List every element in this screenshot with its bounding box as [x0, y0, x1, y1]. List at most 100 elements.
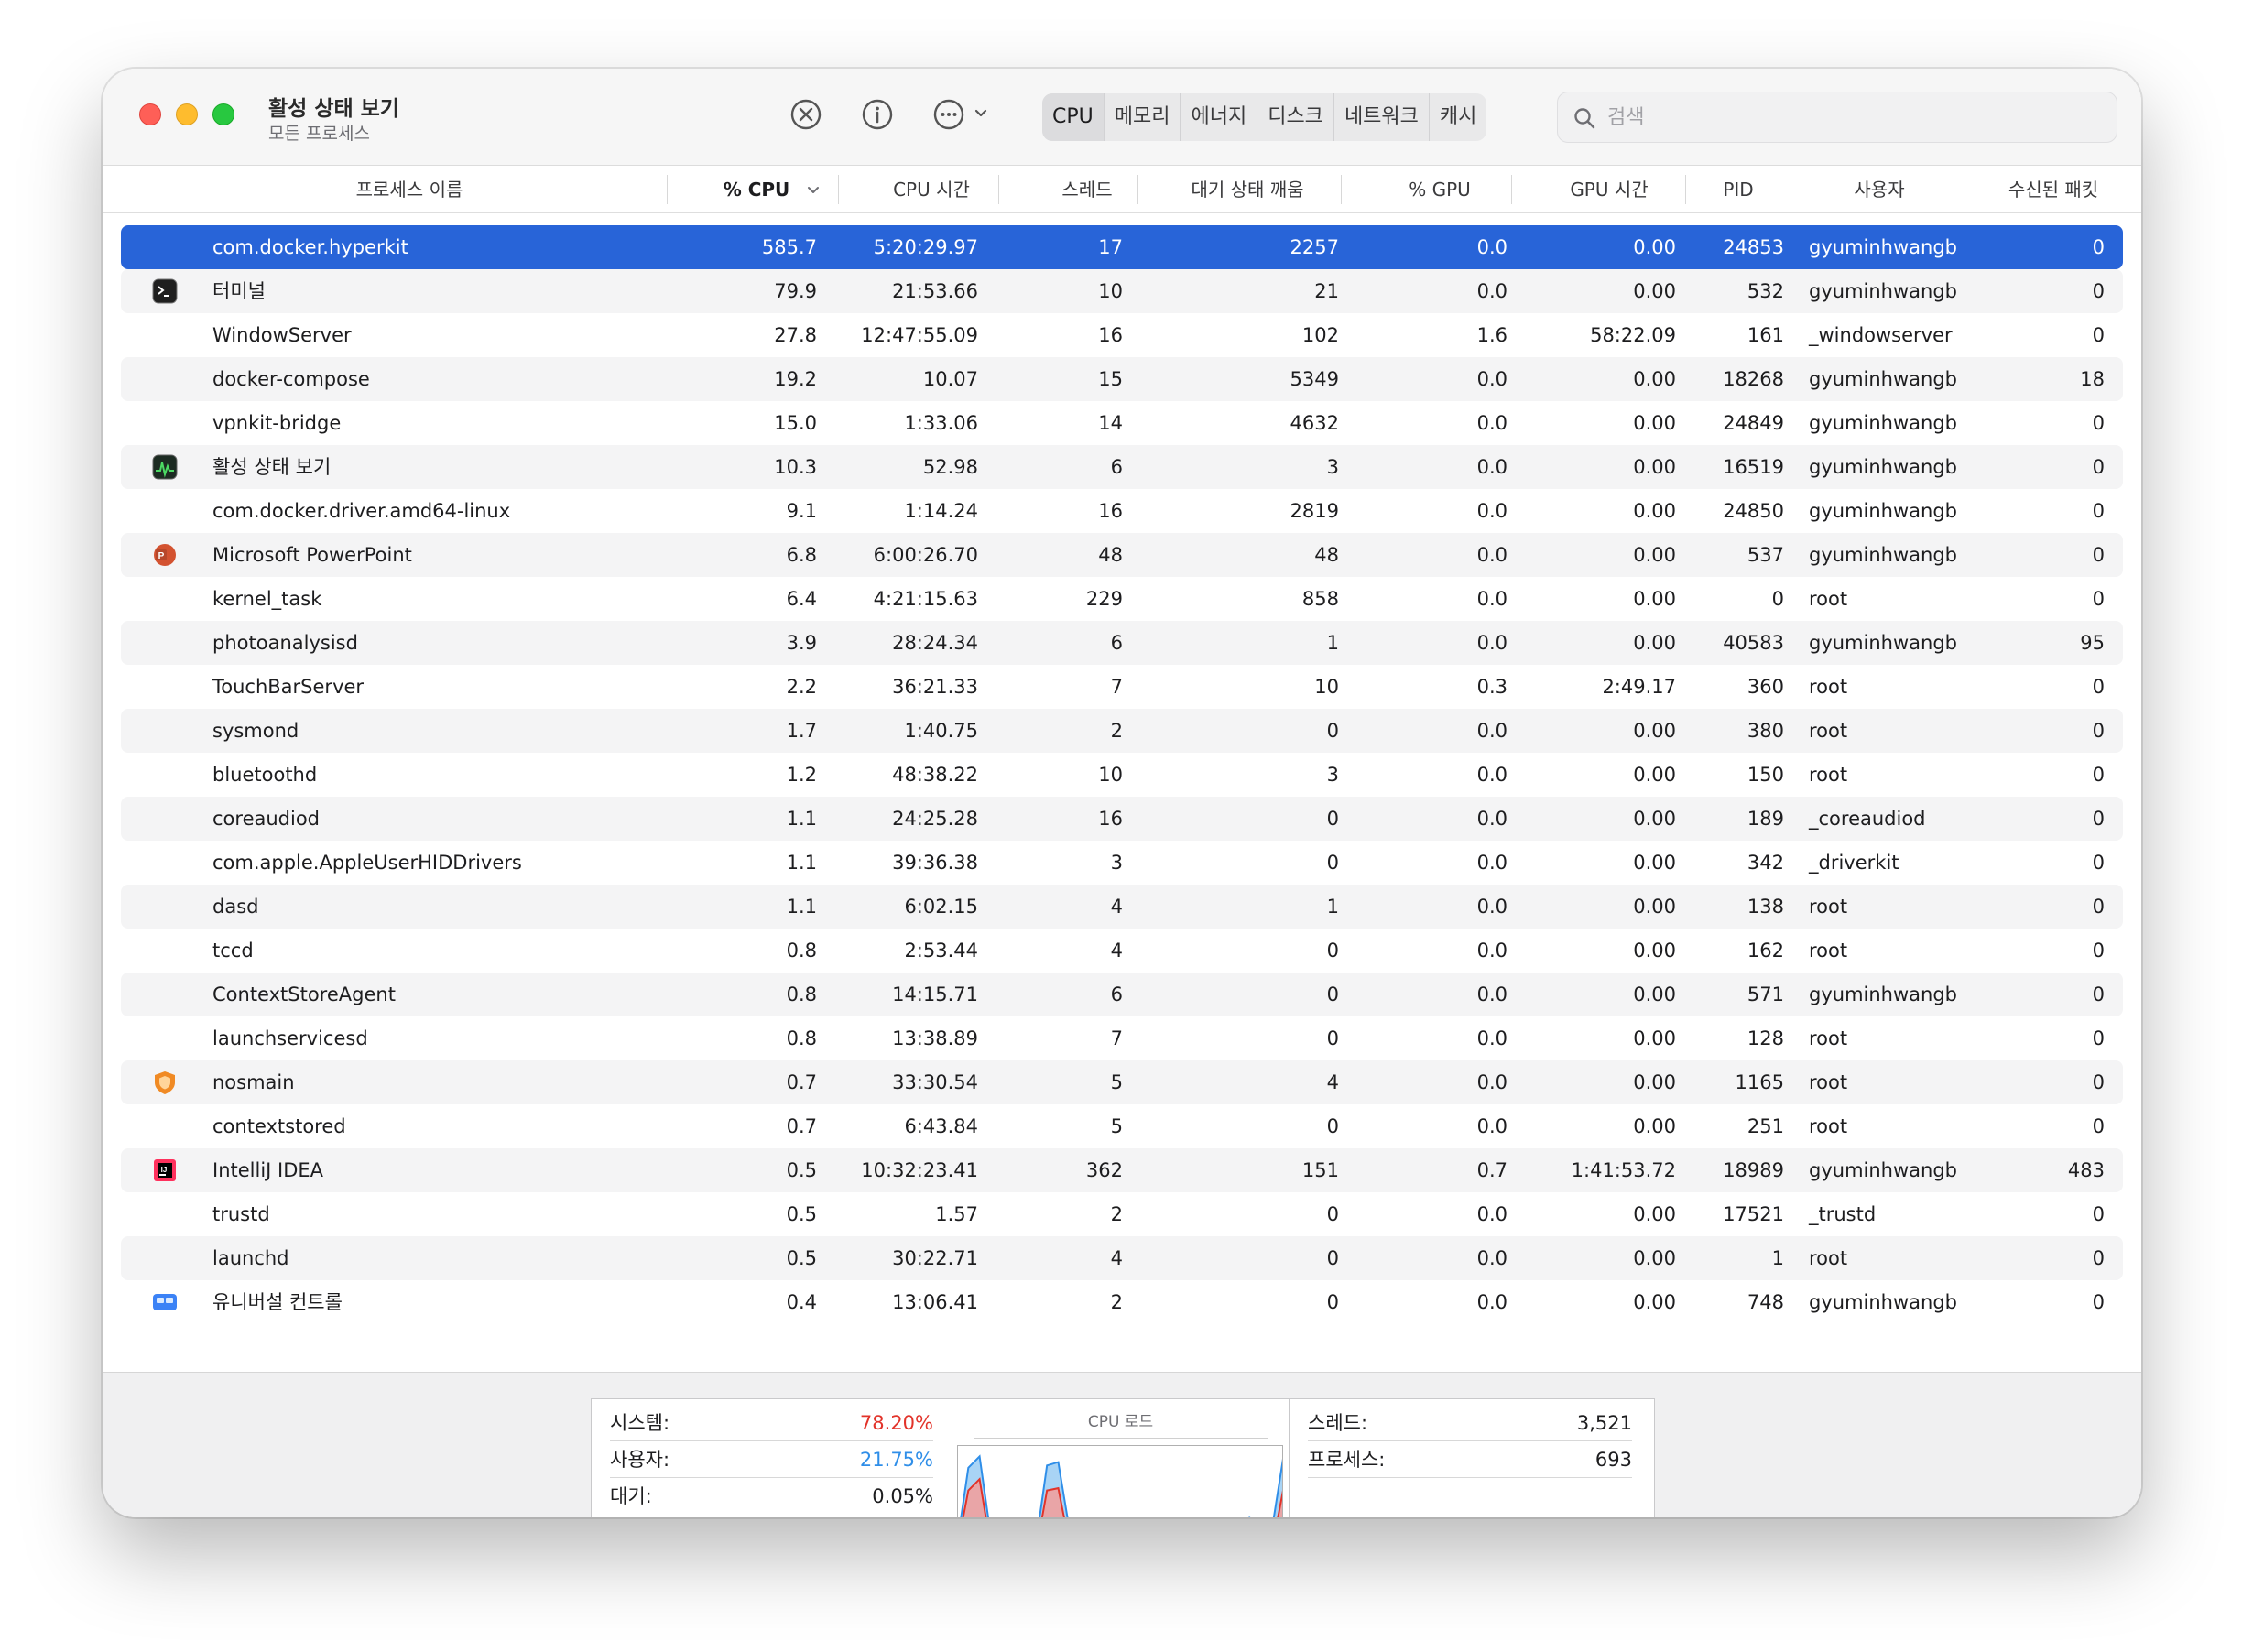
table-row[interactable]: kernel_task 6.4 4:21:15.63 229 858 0.0 0.00 0 ro…: [121, 577, 2123, 621]
table-row[interactable]: launchd 0.5 30:22.71 4 0 0.0 0.00 1 root 0: [121, 1236, 2123, 1280]
zoom-window-button[interactable]: [212, 103, 234, 125]
column-divider[interactable]: [667, 175, 668, 204]
cell-name: TouchBarServer: [212, 676, 365, 698]
column-divider[interactable]: [1685, 175, 1686, 204]
cell-name: com.docker.hyperkit: [212, 236, 408, 258]
table-row[interactable]: 유니버설 컨트롤 0.4 13:06.41 2 0 0.0 0.00 748 gyuminhwa…: [121, 1280, 2123, 1324]
cell-pid: 162: [1747, 940, 1784, 962]
tab-cache[interactable]: 캐시: [1430, 93, 1486, 141]
column-header-idle-wakeups[interactable]: 대기 상태 깨움: [1156, 166, 1339, 213]
column-header-pid[interactable]: PID: [1692, 166, 1784, 213]
cell-threads: 5: [1110, 1071, 1123, 1093]
cell-user: gyuminhwangb: [1809, 236, 1957, 258]
table-row[interactable]: launchservicesd 0.8 13:38.89 7 0 0.0 0.00 128 ro…: [121, 1016, 2123, 1060]
table-row[interactable]: WindowServer 27.8 12:47:55.09 16 102 1.6 58:22…: [121, 313, 2123, 357]
column-header-process-name[interactable]: 프로세스 이름: [281, 166, 538, 213]
svg-text:P: P: [158, 551, 165, 561]
table-row[interactable]: photoanalysisd 3.9 28:24.34 6 1 0.0 0.00 40583 g…: [121, 621, 2123, 665]
cell-cpu: 1.1: [786, 852, 817, 874]
column-header-user[interactable]: 사용자: [1806, 166, 1953, 213]
cell-gpu-time: 0.00: [1633, 720, 1676, 742]
column-divider[interactable]: [998, 175, 999, 204]
column-header-cpu-time[interactable]: CPU 시간: [863, 166, 1000, 213]
cell-threads: 7: [1110, 676, 1123, 698]
table-row[interactable]: trustd 0.5 1.57 2 0 0.0 0.00 17521 _trustd 0: [121, 1192, 2123, 1236]
cell-threads: 229: [1085, 588, 1123, 610]
close-window-button[interactable]: [139, 103, 161, 125]
column-header-received-packets[interactable]: 수신된 패킷: [1980, 166, 2127, 213]
cell-gpu-time: 0.00: [1633, 456, 1676, 478]
column-divider[interactable]: [838, 175, 839, 204]
column-divider[interactable]: [1511, 175, 1512, 204]
cell-user: gyuminhwangb: [1809, 412, 1957, 434]
cell-threads: 2: [1110, 1203, 1123, 1225]
cell-cpu-time: 5:20:29.97: [873, 236, 978, 258]
column-header-gpu-time[interactable]: GPU 시간: [1531, 166, 1687, 213]
table-row[interactable]: com.docker.driver.amd64-linux 9.1 1:14.24 1…: [121, 489, 2123, 533]
cell-gpu: 0.0: [1476, 896, 1507, 918]
cell-packets: 0: [2092, 852, 2105, 874]
table-row[interactable]: com.docker.hyperkit 585.7 5:20:29.97 17 2257…: [121, 225, 2123, 269]
cell-wakeups: 0: [1326, 1247, 1339, 1269]
cell-cpu: 2.2: [786, 676, 817, 698]
table-row[interactable]: sysmond 1.7 1:40.75 2 0 0.0 0.00 380 root 0: [121, 709, 2123, 753]
cell-threads: 4: [1110, 1247, 1123, 1269]
cell-pid: 0: [1771, 588, 1784, 610]
stop-process-button[interactable]: [789, 98, 822, 131]
table-row[interactable]: ContextStoreAgent 0.8 14:15.71 6 0 0.0 0.00 571…: [121, 973, 2123, 1016]
cell-wakeups: 0: [1326, 1115, 1339, 1137]
table-row[interactable]: 터미널 79.9 21:53.66 10 21 0.0 0.00 532 gyuminhwang…: [121, 269, 2123, 313]
cell-cpu-time: 4:21:15.63: [873, 588, 978, 610]
column-divider[interactable]: [1137, 175, 1138, 204]
table-row[interactable]: coreaudiod 1.1 24:25.28 16 0 0.0 0.00 189 _corea…: [121, 797, 2123, 841]
tab-cpu[interactable]: CPU: [1042, 93, 1105, 141]
column-header-cpu-percent[interactable]: % CPU: [702, 166, 811, 213]
table-row[interactable]: contextstored 0.7 6:43.84 5 0 0.0 0.00 251 root 0: [121, 1104, 2123, 1148]
search-input[interactable]: [1607, 100, 2102, 135]
table-row[interactable]: 활성 상태 보기 10.3 52.98 6 3 0.0 0.00 16519 gyuminhwa…: [121, 445, 2123, 489]
cell-cpu: 0.5: [786, 1203, 817, 1225]
table-row[interactable]: com.apple.AppleUserHIDDrivers 1.1 39:36.38…: [121, 841, 2123, 885]
table-row[interactable]: tccd 0.8 2:53.44 4 0 0.0 0.00 162 root 0: [121, 929, 2123, 973]
more-actions-button[interactable]: [932, 98, 965, 131]
cell-wakeups: 48: [1314, 544, 1339, 566]
cell-wakeups: 0: [1326, 1291, 1339, 1313]
cell-cpu: 1.2: [786, 764, 817, 786]
cell-cpu: 1.1: [786, 896, 817, 918]
shield-icon: [155, 1071, 175, 1094]
table-row[interactable]: P Microsoft PowerPoint 6.8 6:00:26.70 48 48 0.…: [121, 533, 2123, 577]
cell-user: _driverkit: [1809, 852, 1899, 874]
cell-packets: 0: [2092, 984, 2105, 1005]
column-header-threads[interactable]: 스레드: [1018, 166, 1156, 213]
cell-cpu: 0.8: [786, 984, 817, 1005]
tab-network[interactable]: 네트워크: [1334, 93, 1430, 141]
table-row[interactable]: IJ IntelliJ IDEA 0.5 10:32:23.41 362 151 0.7 1:…: [121, 1148, 2123, 1192]
cell-pid: 360: [1747, 676, 1784, 698]
cell-gpu: 0.0: [1476, 1247, 1507, 1269]
activity-monitor-window: 활성 상태 보기 모든 프로세스 CPU 메모리 에너지 디스크 네트워크 캐시…: [103, 69, 2141, 1517]
table-row[interactable]: vpnkit-bridge 15.0 1:33.06 14 4632 0.0 0.00 248…: [121, 401, 2123, 445]
column-header-gpu-percent[interactable]: % GPU: [1366, 166, 1513, 213]
cell-wakeups: 102: [1301, 324, 1339, 346]
table-row[interactable]: docker-compose 19.2 10.07 15 5349 0.0 0.00 1826…: [121, 357, 2123, 401]
tab-disk[interactable]: 디스크: [1257, 93, 1334, 141]
tab-energy[interactable]: 에너지: [1181, 93, 1258, 141]
stat-processes: 프로세스: 693: [1308, 1441, 1632, 1478]
cell-wakeups: 0: [1326, 984, 1339, 1005]
minimize-window-button[interactable]: [176, 103, 198, 125]
cell-user: root: [1809, 720, 1848, 742]
cell-gpu-time: 0.00: [1633, 1203, 1676, 1225]
cell-gpu: 0.0: [1476, 544, 1507, 566]
table-row[interactable]: nosmain 0.7 33:30.54 5 4 0.0 0.00 1165 root 0: [121, 1060, 2123, 1104]
tab-memory[interactable]: 메모리: [1105, 93, 1181, 141]
table-row[interactable]: dasd 1.1 6:02.15 4 1 0.0 0.00 138 root 0: [121, 885, 2123, 929]
table-row[interactable]: TouchBarServer 2.2 36:21.33 7 10 0.3 2:49.17 36…: [121, 665, 2123, 709]
cell-cpu-time: 28:24.34: [892, 632, 978, 654]
cell-cpu-time: 36:21.33: [892, 676, 978, 698]
cell-cpu: 0.5: [786, 1159, 817, 1181]
inspect-process-button[interactable]: [861, 98, 894, 131]
table-row[interactable]: bluetoothd 1.2 48:38.22 10 3 0.0 0.00 150 root 0: [121, 753, 2123, 797]
cell-cpu: 0.4: [786, 1291, 817, 1313]
chevron-down-icon[interactable]: [973, 105, 989, 122]
column-divider[interactable]: [1341, 175, 1342, 204]
